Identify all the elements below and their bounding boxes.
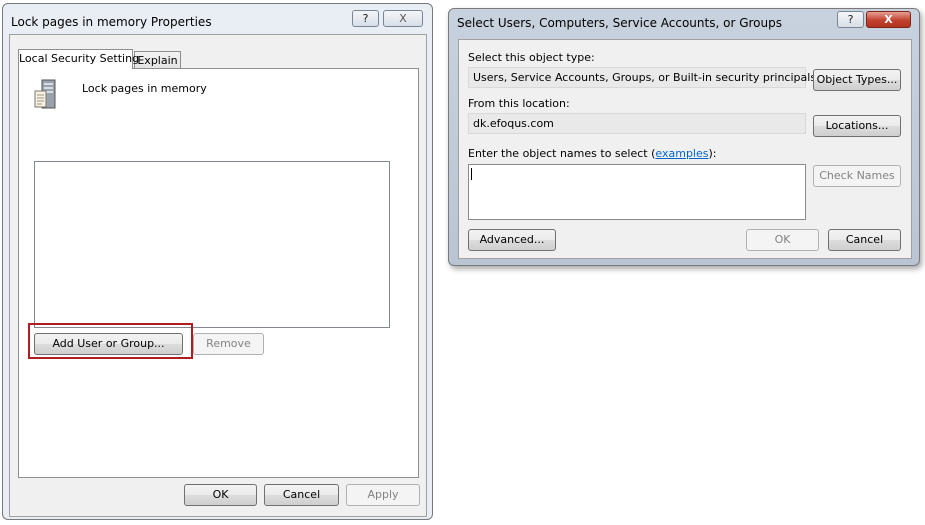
help-icon: ? [362, 12, 369, 25]
users-groups-listbox[interactable] [34, 161, 390, 328]
object-type-label: Select this object type: [468, 51, 595, 64]
server-policy-icon [34, 79, 56, 109]
policy-name: Lock pages in memory [82, 82, 207, 95]
close-icon: X [884, 13, 893, 26]
ok-button[interactable]: OK [184, 484, 257, 506]
cancel-button[interactable]: Cancel [264, 484, 339, 506]
dialog-client-area: Local Security Setting Explain Lock page… [9, 34, 427, 517]
location-field: dk.efoqus.com [468, 113, 806, 134]
ok-button[interactable]: OK [746, 229, 819, 251]
object-names-label-suffix: ): [708, 147, 717, 160]
object-names-label: Enter the object names to select (exampl… [468, 147, 716, 160]
tab-label: Local Security Setting [19, 52, 140, 65]
object-types-button[interactable]: Object Types... [813, 69, 901, 91]
help-button[interactable]: ? [352, 10, 379, 27]
lock-pages-properties-dialog: Lock pages in memory Properties ? X Loca… [2, 3, 433, 520]
object-names-input[interactable] [468, 164, 806, 220]
tab-label: Explain [137, 54, 178, 67]
dialog-title: Select Users, Computers, Service Account… [457, 16, 782, 30]
help-icon: ? [847, 13, 854, 26]
object-names-label-prefix: Enter the object names to select ( [468, 147, 656, 160]
examples-link[interactable]: examples [655, 147, 708, 160]
text-caret [471, 168, 472, 180]
select-users-dialog: Select Users, Computers, Service Account… [448, 8, 920, 266]
close-icon: X [399, 12, 407, 25]
tab-panel: Lock pages in memory Add User or Group..… [18, 68, 419, 478]
object-type-field: Users, Service Accounts, Groups, or Buil… [468, 67, 816, 88]
help-button[interactable]: ? [837, 11, 864, 28]
advanced-button[interactable]: Advanced... [468, 229, 556, 251]
close-button[interactable]: X [866, 11, 911, 28]
location-label: From this location: [468, 97, 570, 110]
locations-button[interactable]: Locations... [813, 115, 901, 137]
cancel-button[interactable]: Cancel [828, 229, 901, 251]
close-button[interactable]: X [383, 10, 423, 27]
tab-explain[interactable]: Explain [134, 51, 181, 69]
apply-button[interactable]: Apply [346, 484, 420, 506]
check-names-button[interactable]: Check Names [813, 165, 901, 187]
dialog-title: Lock pages in memory Properties [11, 15, 212, 29]
remove-button[interactable]: Remove [193, 333, 264, 355]
dialog-client-area: Select this object type: Users, Service … [458, 39, 912, 259]
tab-local-security-setting[interactable]: Local Security Setting [18, 49, 139, 69]
add-user-or-group-button[interactable]: Add User or Group... [34, 333, 183, 355]
